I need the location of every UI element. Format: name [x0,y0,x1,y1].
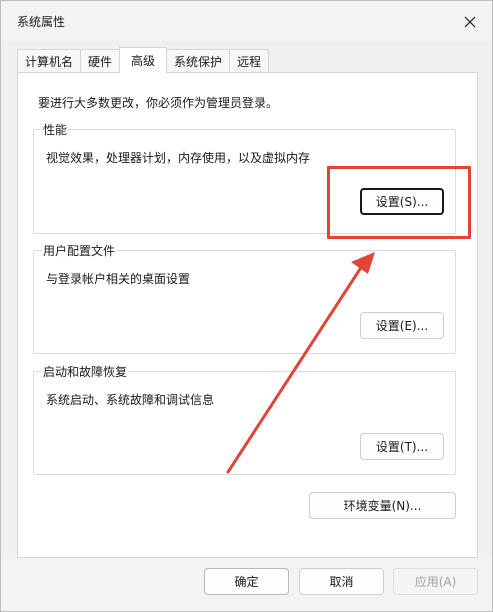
title-bar: 系统属性 [1,1,492,41]
user-profiles-group: 用户配置文件 与登录帐户相关的桌面设置 设置(E)... [33,242,456,354]
tab-remote[interactable]: 远程 [229,49,270,73]
tab-system-protection[interactable]: 系统保护 [166,49,231,73]
tab-advanced[interactable]: 高级 [119,47,168,73]
tab-hardware[interactable]: 硬件 [80,49,121,73]
tab-label: 计算机名 [25,55,74,69]
button-label: 环境变量(N)... [343,499,422,513]
environment-variables-button[interactable]: 环境变量(N)... [309,492,456,519]
tab-label: 高级 [131,54,156,68]
tab-label: 系统保护 [174,55,223,69]
performance-title: 性能 [42,121,69,138]
annotation-highlight-box [327,166,471,239]
button-label: 确定 [234,575,259,589]
system-properties-window: 系统属性 计算机名 硬件 高级 系统保护 远程 要进行大多数更改，你必须作为管理… [0,0,493,612]
window-title: 系统属性 [17,15,66,29]
close-icon [464,16,476,28]
tab-computer-name[interactable]: 计算机名 [17,49,82,73]
startup-recovery-title: 启动和故障恢复 [42,363,129,380]
advanced-tab-panel: 要进行大多数更改，你必须作为管理员登录。 性能 视觉效果，处理器计划，内存使用，… [17,72,478,558]
button-label: 设置(E)... [375,319,429,333]
button-label: 取消 [329,575,354,589]
button-label: 设置(T)... [375,440,429,454]
admin-note: 要进行大多数更改，你必须作为管理员登录。 [38,96,279,110]
apply-button[interactable]: 应用(A) [393,568,478,595]
user-profiles-description: 与登录帐户相关的桌面设置 [46,272,191,286]
ok-button[interactable]: 确定 [204,568,289,595]
tab-strip: 计算机名 硬件 高级 系统保护 远程 [17,47,270,73]
tab-label: 远程 [237,55,262,69]
startup-recovery-group: 启动和故障恢复 系统启动、系统故障和调试信息 设置(T)... [33,363,456,475]
performance-description: 视觉效果，处理器计划，内存使用，以及虚拟内存 [46,151,311,165]
button-label: 应用(A) [414,575,457,589]
startup-recovery-description: 系统启动、系统故障和调试信息 [46,393,215,407]
user-profiles-settings-button[interactable]: 设置(E)... [360,312,444,339]
startup-recovery-settings-button[interactable]: 设置(T)... [360,433,444,460]
close-button[interactable] [456,9,484,35]
cancel-button[interactable]: 取消 [299,568,384,595]
tab-label: 硬件 [88,55,113,69]
dialog-footer: 确定 取消 应用(A) [1,558,492,611]
user-profiles-title: 用户配置文件 [42,242,117,259]
